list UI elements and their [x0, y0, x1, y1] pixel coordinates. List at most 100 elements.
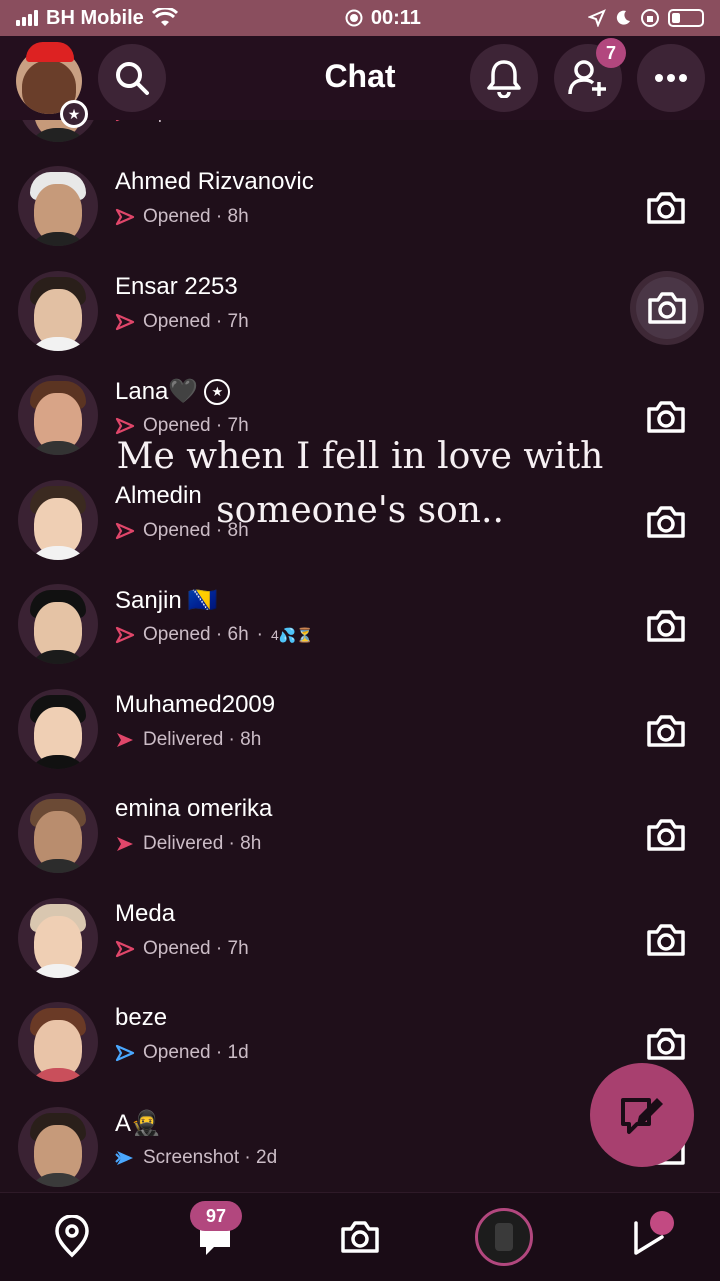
avatar[interactable] — [18, 584, 98, 664]
screenshot-icon — [115, 1150, 133, 1165]
list-item[interactable]: Meda Opened · 7h — [0, 886, 720, 990]
camera-reply-icon — [647, 192, 685, 224]
chat-status: Opened · 7h — [143, 937, 249, 959]
nav-chat[interactable]: 97 — [176, 1197, 256, 1277]
chat-name: Lana🖤 — [115, 378, 199, 405]
search-button[interactable] — [98, 44, 166, 112]
chat-name: Ahmed Rizvanovic — [115, 168, 314, 195]
chat-name: emina omerika — [115, 795, 273, 822]
chat-status: Opened · 8h — [143, 206, 249, 227]
avatar[interactable] — [18, 166, 98, 246]
list-item[interactable]: Ahmed Rizvanovic Opened · 8h — [0, 154, 720, 258]
chat-status: Opened · 7h — [143, 415, 249, 436]
list-item[interactable]: Almedin Opened · 8h — [0, 468, 720, 572]
camera-reply-button[interactable] — [640, 600, 692, 652]
compose-icon — [621, 1098, 663, 1134]
opened-arrow-icon — [115, 417, 135, 435]
chat-status: Opened · 1d — [143, 1042, 249, 1063]
battery-icon — [668, 9, 704, 27]
location-arrow-icon — [588, 9, 606, 27]
more-dots-icon — [655, 74, 687, 82]
moon-icon — [616, 10, 630, 25]
chat-status: Opened · 8h — [143, 519, 249, 541]
story-avatar — [475, 1208, 533, 1266]
search-icon — [116, 62, 149, 95]
camera-reply-button[interactable] — [640, 496, 692, 548]
avatar[interactable] — [18, 270, 98, 351]
streak-info: 4💦⏳ — [270, 626, 314, 643]
camera-reply-button[interactable] — [636, 276, 698, 339]
friend-request-badge: 7 — [596, 38, 626, 68]
camera-reply-button[interactable] — [640, 914, 692, 966]
my-profile-avatar[interactable]: ★ — [16, 42, 90, 128]
avatar[interactable] — [18, 897, 98, 978]
opened-arrow-icon — [115, 1044, 135, 1062]
chat-status: Opened · 6h — [143, 624, 249, 645]
rotation-lock-icon — [641, 9, 659, 27]
avatar[interactable] — [18, 375, 98, 455]
nav-camera[interactable] — [320, 1197, 400, 1277]
chat-list[interactable]: Opened · 6h Ahmed Rizvanovic Opened · 8h — [0, 104, 720, 1194]
list-item[interactable]: Lana🖤 ★ Opened · 7h — [0, 363, 720, 467]
camera-reply-button[interactable] — [640, 809, 692, 861]
chat-unread-badge: 97 — [190, 1201, 242, 1231]
avatar[interactable] — [18, 1106, 98, 1187]
camera-reply-button[interactable] — [640, 182, 692, 234]
camera-reply-button[interactable] — [640, 1018, 692, 1070]
opened-arrow-icon — [115, 313, 135, 330]
notifications-button[interactable] — [470, 44, 538, 112]
chat-name: Meda — [115, 899, 176, 927]
camera-reply-icon — [647, 1028, 685, 1060]
list-item[interactable]: Muhamed2009 Delivered · 8h — [0, 677, 720, 781]
chat-name: Sanjin — [115, 586, 182, 614]
opened-arrow-icon — [115, 208, 135, 226]
chat-header: ★ Chat 7 — [0, 36, 720, 128]
avatar[interactable] — [18, 479, 98, 560]
nav-map[interactable] — [32, 1197, 112, 1277]
more-button[interactable] — [637, 44, 705, 112]
camera-reply-icon — [647, 610, 685, 642]
chat-name: A🥷 — [115, 1109, 161, 1137]
star-icon: ★ — [204, 378, 231, 405]
chat-status: Delivered · 8h — [143, 833, 262, 854]
notification-dot — [650, 1211, 674, 1235]
camera-reply-icon — [647, 505, 685, 538]
bottom-nav: 97 — [0, 1192, 720, 1281]
bell-icon — [487, 60, 521, 98]
camera-reply-icon — [647, 819, 685, 851]
opened-arrow-icon — [115, 626, 135, 644]
carrier-label: BH Mobile — [46, 6, 144, 29]
chat-name: Ensar 2253 — [115, 272, 238, 300]
list-item[interactable]: Sanjin 🇧🇦 Opened · 6h · 4💦⏳ — [0, 572, 720, 676]
nav-stories[interactable] — [464, 1197, 544, 1277]
opened-arrow-icon — [115, 940, 135, 957]
list-item[interactable]: emina omerika Delivered · 8h — [0, 781, 720, 885]
opened-arrow-icon — [115, 522, 135, 539]
list-item[interactable]: Ensar 2253 Opened · 7h — [0, 259, 720, 363]
chat-status: Screenshot · 2d — [143, 1146, 278, 1168]
flag-emoji: 🇧🇦 — [187, 587, 218, 614]
status-bar: BH Mobile 00:11 — [0, 0, 720, 36]
star-icon: ★ — [60, 100, 88, 128]
camera-reply-button[interactable] — [640, 391, 692, 443]
chat-name: beze — [115, 1004, 168, 1031]
avatar[interactable] — [18, 688, 98, 769]
new-chat-button[interactable] — [590, 1063, 694, 1167]
chat-status: Delivered · 8h — [143, 728, 262, 750]
chat-name: Muhamed2009 — [115, 690, 276, 718]
camera-reply-icon — [647, 401, 685, 433]
clock: 00:11 — [370, 6, 421, 29]
wifi-icon — [151, 8, 178, 26]
camera-icon — [341, 1221, 379, 1253]
nav-spotlight[interactable] — [608, 1197, 688, 1277]
signal-icon — [16, 10, 38, 26]
avatar[interactable] — [18, 1002, 98, 1082]
chat-name: Almedin — [115, 481, 202, 509]
delivered-arrow-icon — [117, 837, 133, 851]
camera-reply-icon — [647, 714, 685, 747]
add-friends-button[interactable]: 7 — [554, 38, 626, 112]
camera-reply-button[interactable] — [640, 705, 692, 757]
santa-hat-icon — [26, 42, 74, 62]
avatar[interactable] — [18, 793, 98, 873]
camera-reply-icon — [647, 923, 685, 956]
